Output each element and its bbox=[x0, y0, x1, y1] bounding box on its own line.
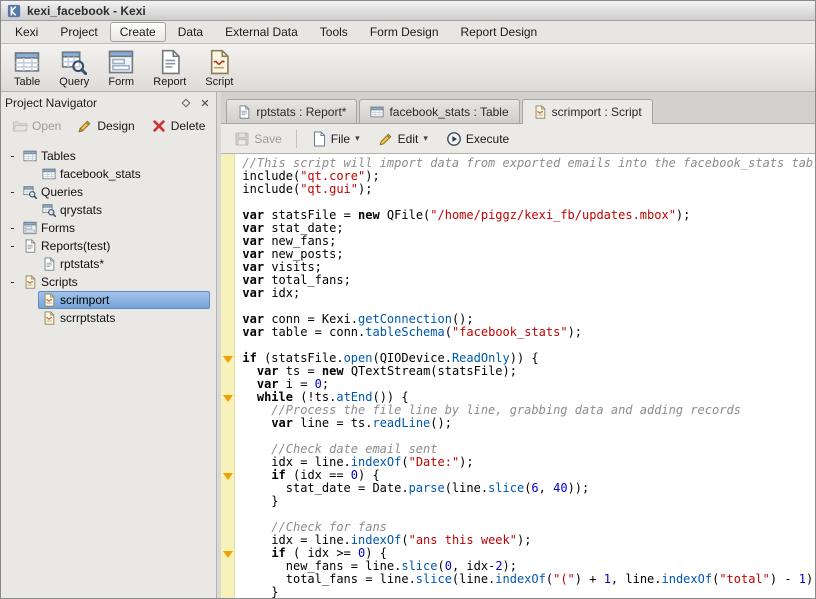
script-save-button[interactable]: Save bbox=[227, 128, 288, 150]
main-area: rptstats : Report*facebook_stats : Table… bbox=[221, 92, 815, 598]
menu-item-data[interactable]: Data bbox=[168, 22, 213, 42]
chevron-down-icon: ▾ bbox=[355, 133, 360, 144]
script-edit-button[interactable]: Edit▾ bbox=[371, 128, 435, 150]
create-script-button[interactable]: Script bbox=[197, 47, 241, 89]
create-query-button[interactable]: Query bbox=[51, 47, 97, 89]
fold-marker-icon[interactable] bbox=[223, 551, 233, 558]
script-icon bbox=[206, 49, 232, 75]
script-toolbar: Save File▾Edit▾Execute bbox=[221, 124, 815, 154]
tree-item-rptstats[interactable]: rptstats* bbox=[1, 255, 216, 273]
tree-item-tables[interactable]: -Tables bbox=[1, 147, 216, 165]
form-icon bbox=[108, 49, 134, 75]
table-icon bbox=[42, 167, 56, 181]
project-navigator-panel: Project Navigator OpenDesignDelete -Tabl… bbox=[1, 92, 217, 598]
create-report-button[interactable]: Report bbox=[145, 47, 194, 89]
form-icon bbox=[23, 221, 37, 235]
tree-expander-icon[interactable]: - bbox=[6, 275, 19, 289]
script-icon bbox=[23, 275, 37, 289]
tree-item-qrystats[interactable]: qrystats bbox=[1, 201, 216, 219]
toolbar-separator bbox=[296, 130, 297, 148]
titlebar[interactable]: kexi_facebook - Kexi bbox=[1, 1, 815, 21]
tree-item-facebook-stats[interactable]: facebook_stats bbox=[1, 165, 216, 183]
folder-open-icon bbox=[12, 118, 28, 134]
code-line[interactable]: var idx; bbox=[221, 287, 815, 300]
create-form-button[interactable]: Form bbox=[100, 47, 142, 89]
query-icon bbox=[42, 203, 56, 217]
query-icon bbox=[61, 49, 87, 75]
report-icon bbox=[23, 239, 37, 253]
code-line[interactable]: var table = conn.tableSchema("facebook_s… bbox=[221, 326, 815, 339]
menu-item-kexi[interactable]: Kexi bbox=[5, 22, 48, 42]
navigator-title: Project Navigator bbox=[5, 96, 97, 110]
tree-item-queries[interactable]: -Queries bbox=[1, 183, 216, 201]
table-icon bbox=[23, 149, 37, 163]
menu-item-project[interactable]: Project bbox=[50, 22, 107, 42]
tree-item-scripts[interactable]: -Scripts bbox=[1, 273, 216, 291]
tab-rptstats-report[interactable]: rptstats : Report* bbox=[226, 99, 357, 123]
tree-expander-icon[interactable]: - bbox=[6, 149, 19, 163]
script-execute-button[interactable]: Execute bbox=[439, 128, 516, 150]
report-icon bbox=[157, 49, 183, 75]
code-line[interactable]: total_fans = line.slice(line.indexOf("("… bbox=[221, 573, 815, 586]
create-toolbar: TableQueryFormReportScript bbox=[1, 44, 815, 92]
table-icon bbox=[370, 105, 384, 119]
kexi-window: kexi_facebook - Kexi KexiProjectCreateDa… bbox=[0, 0, 816, 599]
fold-marker-icon[interactable] bbox=[223, 473, 233, 480]
menubar: KexiProjectCreateDataExternal DataToolsF… bbox=[1, 21, 815, 44]
app-icon[interactable] bbox=[7, 4, 21, 18]
menu-item-report-design[interactable]: Report Design bbox=[451, 22, 548, 42]
navigator-toolbar: OpenDesignDelete bbox=[1, 113, 216, 139]
fold-marker-icon[interactable] bbox=[223, 395, 233, 402]
fold-marker-icon[interactable] bbox=[223, 356, 233, 363]
window-title: kexi_facebook - Kexi bbox=[27, 4, 146, 18]
script-editor[interactable]: //This script will import data from expo… bbox=[221, 154, 815, 598]
tab-scrimport-script[interactable]: scrimport : Script bbox=[522, 99, 653, 124]
navigator-header: Project Navigator bbox=[1, 92, 216, 113]
design-icon bbox=[77, 118, 93, 134]
report-icon bbox=[237, 105, 251, 119]
script-icon bbox=[42, 311, 56, 325]
tree-item-reports-test[interactable]: -Reports(test) bbox=[1, 237, 216, 255]
code-line[interactable]: stat_date = Date.parse(line.slice(6, 40)… bbox=[221, 482, 815, 495]
menu-item-tools[interactable]: Tools bbox=[310, 22, 358, 42]
tree-item-scrimport[interactable]: scrimport bbox=[1, 291, 216, 309]
tree-expander-icon[interactable]: - bbox=[6, 185, 19, 199]
code-line[interactable]: var line = ts.readLine(); bbox=[221, 417, 815, 430]
content-area: Project Navigator OpenDesignDelete -Tabl… bbox=[1, 92, 815, 598]
tabbar: rptstats : Report*facebook_stats : Table… bbox=[221, 92, 815, 124]
tree-expander-icon[interactable]: - bbox=[6, 221, 19, 235]
tree-expander-icon[interactable]: - bbox=[6, 239, 19, 253]
script-icon bbox=[533, 105, 547, 119]
tree-item-scrrptstats[interactable]: scrrptstats bbox=[1, 309, 216, 327]
file-icon bbox=[311, 131, 327, 147]
execute-icon bbox=[446, 131, 462, 147]
menu-item-external-data[interactable]: External Data bbox=[215, 22, 308, 42]
navigator-delete-button[interactable]: Delete bbox=[144, 115, 213, 137]
code-line[interactable]: include("qt.gui"); bbox=[221, 183, 815, 196]
report-icon bbox=[42, 257, 56, 271]
navigator-design-button[interactable]: Design bbox=[70, 115, 141, 137]
navigator-tree: -Tablesfacebook_stats-Queriesqrystats-Fo… bbox=[1, 139, 216, 598]
script-icon bbox=[42, 293, 56, 307]
chevron-down-icon: ▾ bbox=[423, 133, 428, 144]
code-line[interactable]: } bbox=[221, 495, 815, 508]
edit-icon bbox=[378, 131, 394, 147]
close-panel-icon[interactable] bbox=[197, 95, 212, 110]
menu-item-create[interactable]: Create bbox=[110, 22, 166, 42]
create-table-button[interactable]: Table bbox=[6, 47, 48, 89]
code-line[interactable]: } bbox=[221, 586, 815, 598]
save-icon bbox=[234, 131, 250, 147]
menu-item-form-design[interactable]: Form Design bbox=[360, 22, 449, 42]
tab-facebook-stats-table[interactable]: facebook_stats : Table bbox=[359, 99, 519, 123]
table-icon bbox=[14, 49, 40, 75]
delete-icon bbox=[151, 118, 167, 134]
tree-item-forms[interactable]: -Forms bbox=[1, 219, 216, 237]
code-line[interactable]: var total_fans; bbox=[221, 274, 815, 287]
query-icon bbox=[23, 185, 37, 199]
float-panel-icon[interactable] bbox=[178, 95, 193, 110]
code-lines: //This script will import data from expo… bbox=[221, 157, 815, 598]
script-file-button[interactable]: File▾ bbox=[304, 128, 367, 150]
navigator-open-button[interactable]: Open bbox=[5, 115, 68, 137]
